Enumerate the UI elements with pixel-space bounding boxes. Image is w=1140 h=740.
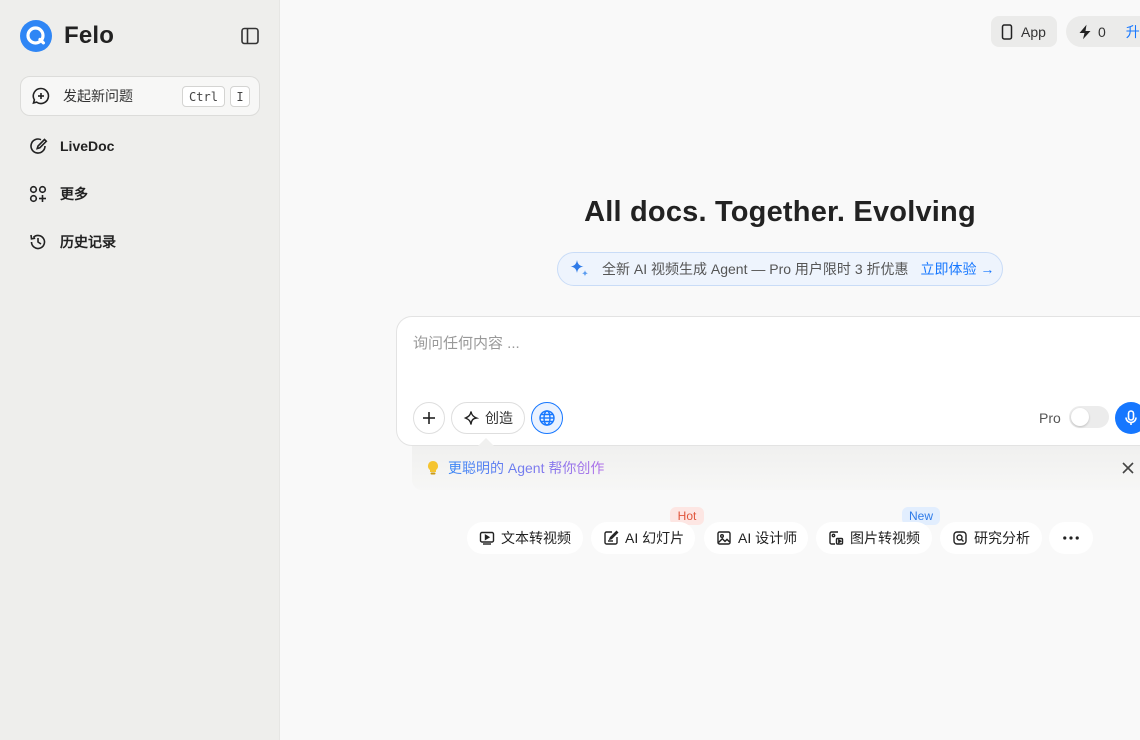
felo-logo-icon: [20, 20, 52, 52]
sidebar-item-label: LiveDoc: [60, 138, 115, 154]
tip-caret: [478, 438, 494, 446]
page-title: All docs. Together. Evolving: [584, 196, 976, 228]
pro-label: Pro: [1039, 410, 1061, 426]
shortcut-key-i: I: [230, 86, 250, 107]
quick-action-ai-designer[interactable]: AI 设计师: [704, 522, 808, 554]
chat-plus-icon: [32, 87, 50, 105]
web-search-toggle[interactable]: [531, 402, 563, 434]
sidebar-item-label: 更多: [60, 186, 88, 202]
phone-icon: [1001, 23, 1013, 40]
more-dots-icon: [1063, 536, 1079, 540]
sidebar-item-history[interactable]: 历史记录: [28, 232, 116, 252]
slides-edit-icon: [604, 530, 619, 545]
sparkle-outline-icon: [463, 411, 479, 425]
lightning-icon: [1079, 24, 1091, 39]
image-icon: [717, 531, 731, 545]
attach-button[interactable]: [413, 402, 445, 434]
create-button[interactable]: 创造: [451, 402, 525, 434]
close-icon[interactable]: [1119, 459, 1137, 477]
quick-action-label: AI 幻灯片: [625, 530, 685, 546]
credits-count: 0: [1098, 23, 1106, 40]
toggle-knob: [1071, 408, 1089, 426]
quick-action-label: 图片转视频: [850, 530, 920, 546]
globe-icon: [539, 410, 555, 426]
new-question-button[interactable]: 发起新问题 Ctrl I: [20, 76, 260, 116]
create-label: 创造: [485, 410, 513, 426]
shortcut-key-ctrl: Ctrl: [182, 86, 225, 107]
ask-input[interactable]: [413, 331, 1013, 355]
video-icon: [479, 531, 495, 545]
composer: 创造 Pro: [396, 316, 1140, 446]
app-download-button[interactable]: App: [991, 16, 1057, 47]
microphone-icon: [1125, 410, 1137, 425]
quick-action-text-to-video[interactable]: 文本转视频: [467, 522, 583, 554]
quick-action-ai-slides[interactable]: AI 幻灯片: [591, 522, 695, 554]
quick-action-label: 文本转视频: [501, 530, 571, 546]
upgrade-link[interactable]: 升: [1126, 22, 1140, 42]
more-actions-button[interactable]: [1049, 522, 1093, 554]
quick-action-label: AI 设计师: [738, 530, 798, 546]
plus-icon: [423, 412, 435, 424]
quick-action-image-to-video[interactable]: 图片转视频: [816, 522, 932, 554]
sidebar-collapse-icon[interactable]: [240, 26, 260, 46]
brand[interactable]: Felo: [20, 20, 114, 52]
sidebar-item-livedoc[interactable]: LiveDoc: [28, 136, 114, 156]
lightbulb-icon: [428, 461, 438, 475]
sidebar: Felo 发起新问题 Ctrl I LiveDoc 更多 历史记录: [0, 0, 280, 740]
sidebar-item-label: 历史记录: [60, 234, 116, 250]
quick-action-label: 研究分析: [974, 530, 1030, 546]
quick-action-research[interactable]: 研究分析: [940, 522, 1042, 554]
research-icon: [953, 531, 967, 545]
tip-text: 更聪明的 Agent 帮你创作: [448, 460, 605, 476]
image-to-video-icon: [829, 531, 844, 545]
app-label: App: [1021, 23, 1046, 40]
sparkle-icon: [570, 260, 589, 277]
promo-banner[interactable]: 全新 AI 视频生成 Agent — Pro 用户限时 3 折优惠 立即体验 →: [557, 252, 1003, 286]
promo-cta-link[interactable]: 立即体验 →: [921, 259, 995, 279]
credits-button[interactable]: 0 升: [1066, 16, 1140, 47]
agent-tip-banner[interactable]: 更聪明的 Agent 帮你创作: [412, 438, 1140, 490]
promo-text: 全新 AI 视频生成 Agent — Pro 用户限时 3 折优惠: [602, 261, 909, 277]
voice-input-button[interactable]: [1115, 402, 1140, 434]
history-icon: [30, 234, 46, 250]
new-question-label: 发起新问题: [63, 88, 133, 104]
sidebar-item-more[interactable]: 更多: [28, 184, 88, 204]
pro-toggle[interactable]: [1069, 406, 1109, 428]
brand-name: Felo: [64, 22, 115, 49]
pencil-circle-icon: [30, 138, 48, 154]
apps-plus-icon: [29, 185, 47, 203]
